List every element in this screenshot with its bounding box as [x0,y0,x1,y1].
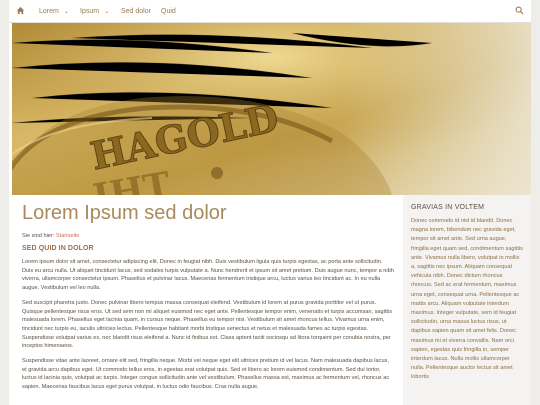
section-title: SED QUID IN DOLOR [22,245,94,252]
hero-image: HAGOLD IHT [12,23,531,195]
nav-item-ipsum[interactable]: Ipsum ⌄ [80,8,109,15]
nav-item-quid[interactable]: Quid [161,8,176,15]
top-navigation: Lorem ⌄ Ipsum ⌄ Sed dolor Quid [9,0,531,23]
sidebar-title: GRAVIAS IN VOLTEM [411,204,485,211]
nav-item-label: Ipsum [80,8,100,15]
main-content: Lorem Ipsum sed dolor Sie sind hier: Sta… [22,200,394,392]
paragraph: Lorem ipsum dolor sit amet, consectetur … [22,259,394,292]
breadcrumb-prefix: Sie sind hier: [22,233,55,239]
page: Lorem ⌄ Ipsum ⌄ Sed dolor Quid HAGOLD IH… [9,0,531,405]
page-title: Lorem Ipsum sed dolor [22,202,227,224]
nav-item-lorem[interactable]: Lorem ⌄ [39,8,69,15]
paragraph: Suspendisse vitae ante laoreet, ornare e… [22,358,390,391]
nav-item-label: Lorem [39,8,59,15]
nav-item-label: Quid [161,8,176,15]
breadcrumb-link-home[interactable]: Startseite [56,233,80,239]
sidebar-text: Donec commodo id nisl id blandit. Donec … [411,218,523,381]
breadcrumb: Sie sind hier: Startseite [22,233,394,239]
chevron-down-icon: ⌄ [63,9,69,15]
sidebar: GRAVIAS IN VOLTEM Donec commodo id nisl … [403,195,531,405]
search-icon[interactable] [515,6,524,15]
home-icon[interactable] [16,6,25,15]
chevron-down-icon: ⌄ [104,9,110,15]
nav-item-sed-dolor[interactable]: Sed dolor [121,8,151,15]
paragraph: Sed suscipit pharetra justo. Donec pulvi… [22,299,393,350]
nav-item-label: Sed dolor [121,8,151,15]
